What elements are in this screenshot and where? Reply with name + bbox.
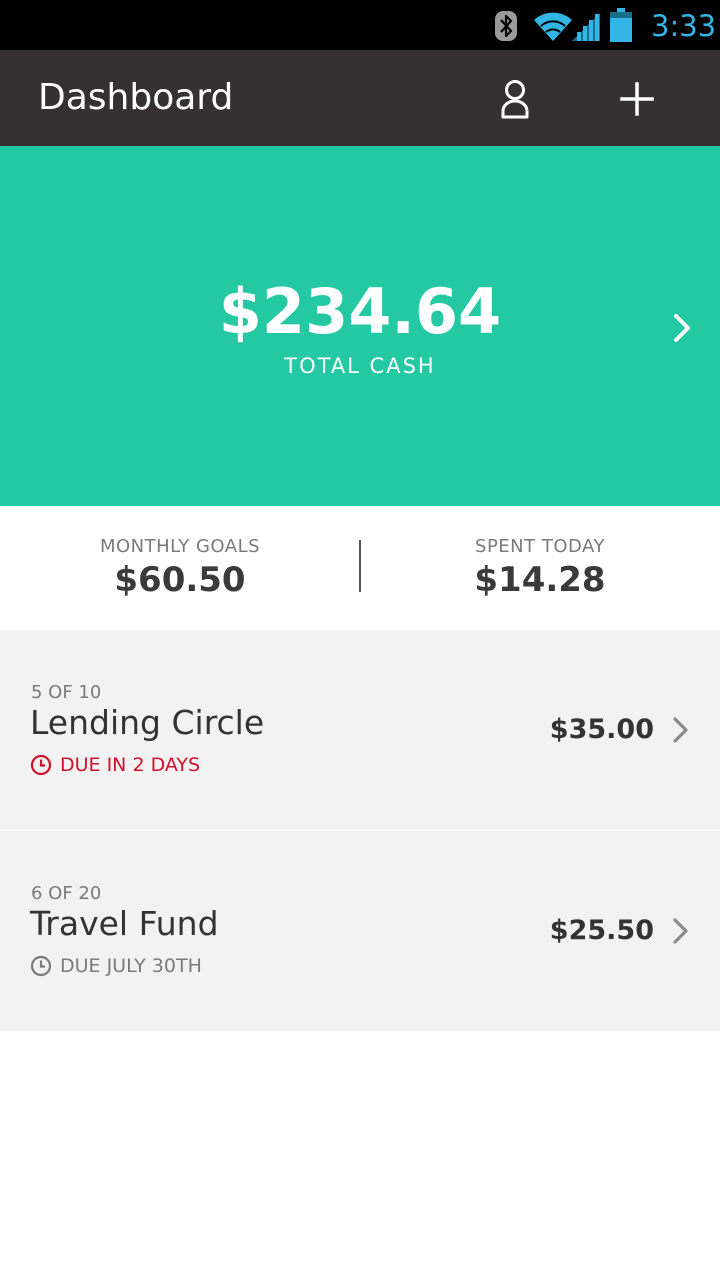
- clock-time: 3:33: [651, 9, 717, 43]
- stats-summary: MONTHLY GOALS $60.50 SPENT TODAY $14.28: [0, 506, 720, 630]
- chevron-right-icon[interactable]: [669, 915, 693, 947]
- goal-row[interactable]: 6 OF 20 Travel Fund DUE JULY 30TH $25.50: [0, 831, 720, 1031]
- clock-icon: [30, 955, 52, 977]
- monthly-goals-value: $60.50: [114, 560, 246, 600]
- add-icon[interactable]: [612, 74, 662, 124]
- battery-icon: [610, 8, 632, 42]
- goal-title: Lending Circle: [30, 703, 265, 742]
- page-title: Dashboard: [38, 77, 234, 118]
- goal-amount: $25.50: [549, 915, 654, 946]
- total-cash-label: TOTAL CASH: [284, 354, 436, 378]
- monthly-goals-stat: MONTHLY GOALS $60.50: [0, 536, 360, 600]
- goal-due-text: DUE IN 2 DAYS: [60, 754, 201, 776]
- monthly-goals-label: MONTHLY GOALS: [99, 536, 261, 557]
- goal-title: Travel Fund: [30, 904, 219, 943]
- goal-due-text: DUE JULY 30TH: [60, 955, 202, 977]
- spent-today-stat: SPENT TODAY $14.28: [360, 536, 720, 600]
- total-cash-card[interactable]: $234.64 TOTAL CASH: [0, 146, 720, 506]
- status-bar: 3:33: [0, 0, 720, 50]
- goal-row[interactable]: 5 OF 10 Lending Circle DUE IN 2 DAYS $35…: [0, 630, 720, 830]
- total-cash-amount: $234.64: [218, 275, 502, 348]
- app-bar: Dashboard: [0, 50, 720, 146]
- goal-progress: 5 OF 10: [31, 682, 102, 703]
- bluetooth-icon: [495, 11, 517, 41]
- goal-amount: $35.00: [549, 714, 654, 745]
- wifi-icon: [534, 12, 572, 41]
- goal-progress: 6 OF 20: [31, 883, 102, 904]
- spent-today-label: SPENT TODAY: [475, 536, 605, 557]
- signal-icon: [572, 13, 600, 41]
- profile-icon[interactable]: [490, 74, 540, 124]
- spent-today-value: $14.28: [474, 560, 606, 600]
- chevron-right-icon[interactable]: [669, 714, 693, 746]
- clock-icon: [30, 754, 52, 776]
- goal-due: DUE IN 2 DAYS: [30, 752, 200, 778]
- chevron-right-icon[interactable]: [666, 308, 698, 348]
- goal-due: DUE JULY 30TH: [30, 953, 202, 979]
